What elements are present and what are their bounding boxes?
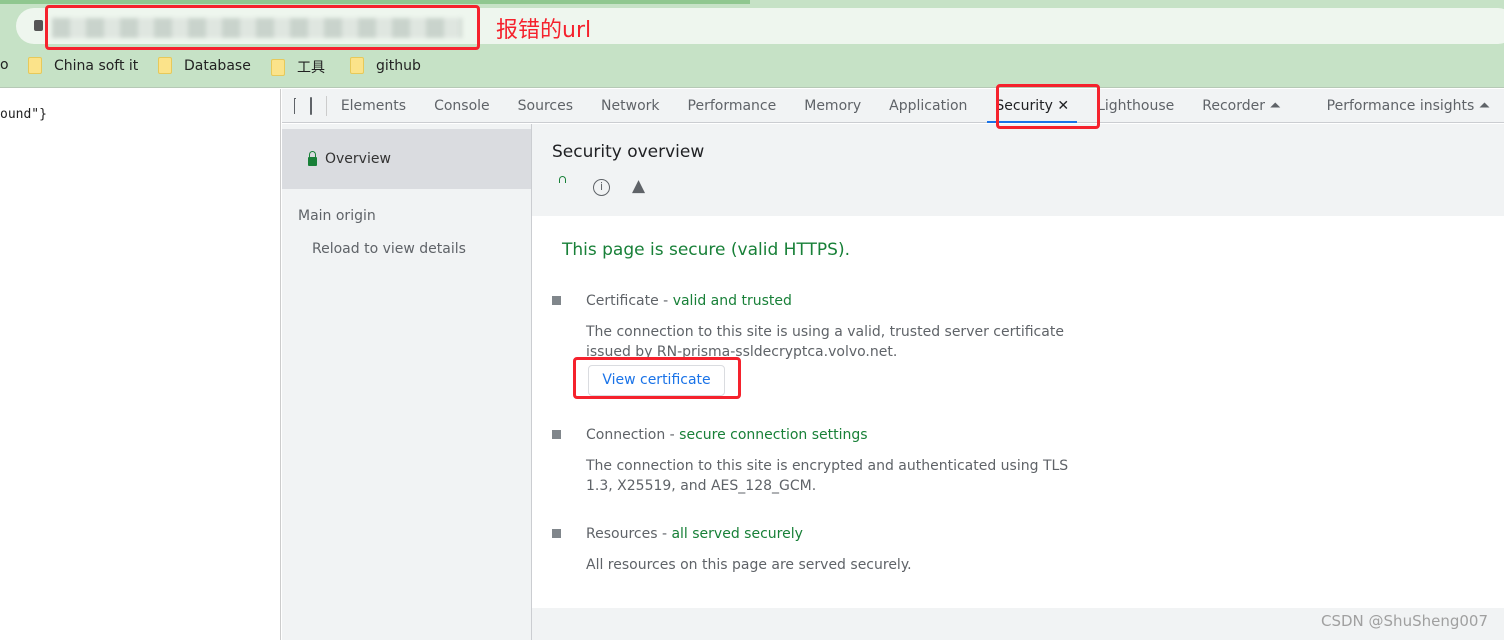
certificate-desc: The connection to this site is using a v… <box>586 324 1064 360</box>
flask-icon: ⏶ <box>1478 97 1490 114</box>
security-content: This page is secure (valid HTTPS). Certi… <box>532 216 1504 608</box>
tab-strip <box>0 0 750 4</box>
tab-elements[interactable]: Elements <box>327 89 420 123</box>
device-toolbar-icon[interactable] <box>309 96 313 115</box>
resources-desc: All resources on this page are served se… <box>586 557 912 573</box>
annotation-box-security-tab <box>996 84 1100 129</box>
tab-sources[interactable]: Sources <box>504 89 587 123</box>
certificate-title: Certificate - valid and trusted <box>586 293 792 309</box>
devtools-tabbar: Elements Console Sources Network Perform… <box>282 89 1504 123</box>
bullet-icon <box>552 430 561 439</box>
bookmark-partial[interactable]: o <box>0 57 9 73</box>
inspect-element-icon[interactable] <box>294 97 296 114</box>
annotation-box-url <box>45 5 480 50</box>
info-icon: i <box>593 179 610 196</box>
tab-memory[interactable]: Memory <box>790 89 875 123</box>
lock-icon <box>34 20 43 31</box>
secure-summary: This page is secure (valid HTTPS). <box>562 240 850 260</box>
bullet-icon <box>552 296 561 305</box>
flask-icon: ⏶ <box>1269 97 1281 114</box>
annotation-label: 报错的url <box>496 18 592 43</box>
lock-icon <box>308 150 317 166</box>
sidebar-item-reload[interactable]: Reload to view details <box>312 241 466 257</box>
security-header: Security overview i ▲ <box>532 124 1504 216</box>
bookmark-tools[interactable]: 工具 <box>271 57 325 77</box>
folder-icon <box>271 58 285 76</box>
main-origin-heading: Main origin <box>298 208 376 224</box>
page-content <box>0 89 281 640</box>
warning-icon: ▲ <box>632 176 646 196</box>
tab-recorder[interactable]: Recorder ⏶ <box>1188 89 1294 123</box>
page-title: Security overview <box>552 142 705 162</box>
folder-icon <box>158 57 172 74</box>
tab-application[interactable]: Application <box>875 89 981 123</box>
bullet-icon <box>552 529 561 538</box>
bookmark-github[interactable]: github <box>350 57 421 74</box>
bookmark-china-soft-it[interactable]: China soft it <box>28 57 138 74</box>
tab-console[interactable]: Console <box>420 89 504 123</box>
page-json-text: ound"} <box>0 107 47 122</box>
tab-performance-insights[interactable]: Performance insights ⏶ <box>1313 89 1504 123</box>
bookmark-database[interactable]: Database <box>158 57 251 74</box>
security-sidebar: Overview Main origin Reload to view deta… <box>282 124 532 640</box>
sidebar-item-overview[interactable]: Overview <box>282 129 531 189</box>
annotation-box-view-certificate <box>573 357 741 399</box>
bookmarks-bar: o China soft it Database 工具 github <box>0 45 1504 88</box>
watermark: CSDN @ShuSheng007 <box>1321 612 1488 630</box>
tab-network[interactable]: Network <box>587 89 673 123</box>
connection-title: Connection - secure connection settings <box>586 427 868 443</box>
connection-desc: The connection to this site is encrypted… <box>586 458 1069 494</box>
resources-title: Resources - all served securely <box>586 526 803 542</box>
tab-performance[interactable]: Performance <box>674 89 791 123</box>
folder-icon <box>350 57 364 74</box>
folder-icon <box>28 57 42 74</box>
